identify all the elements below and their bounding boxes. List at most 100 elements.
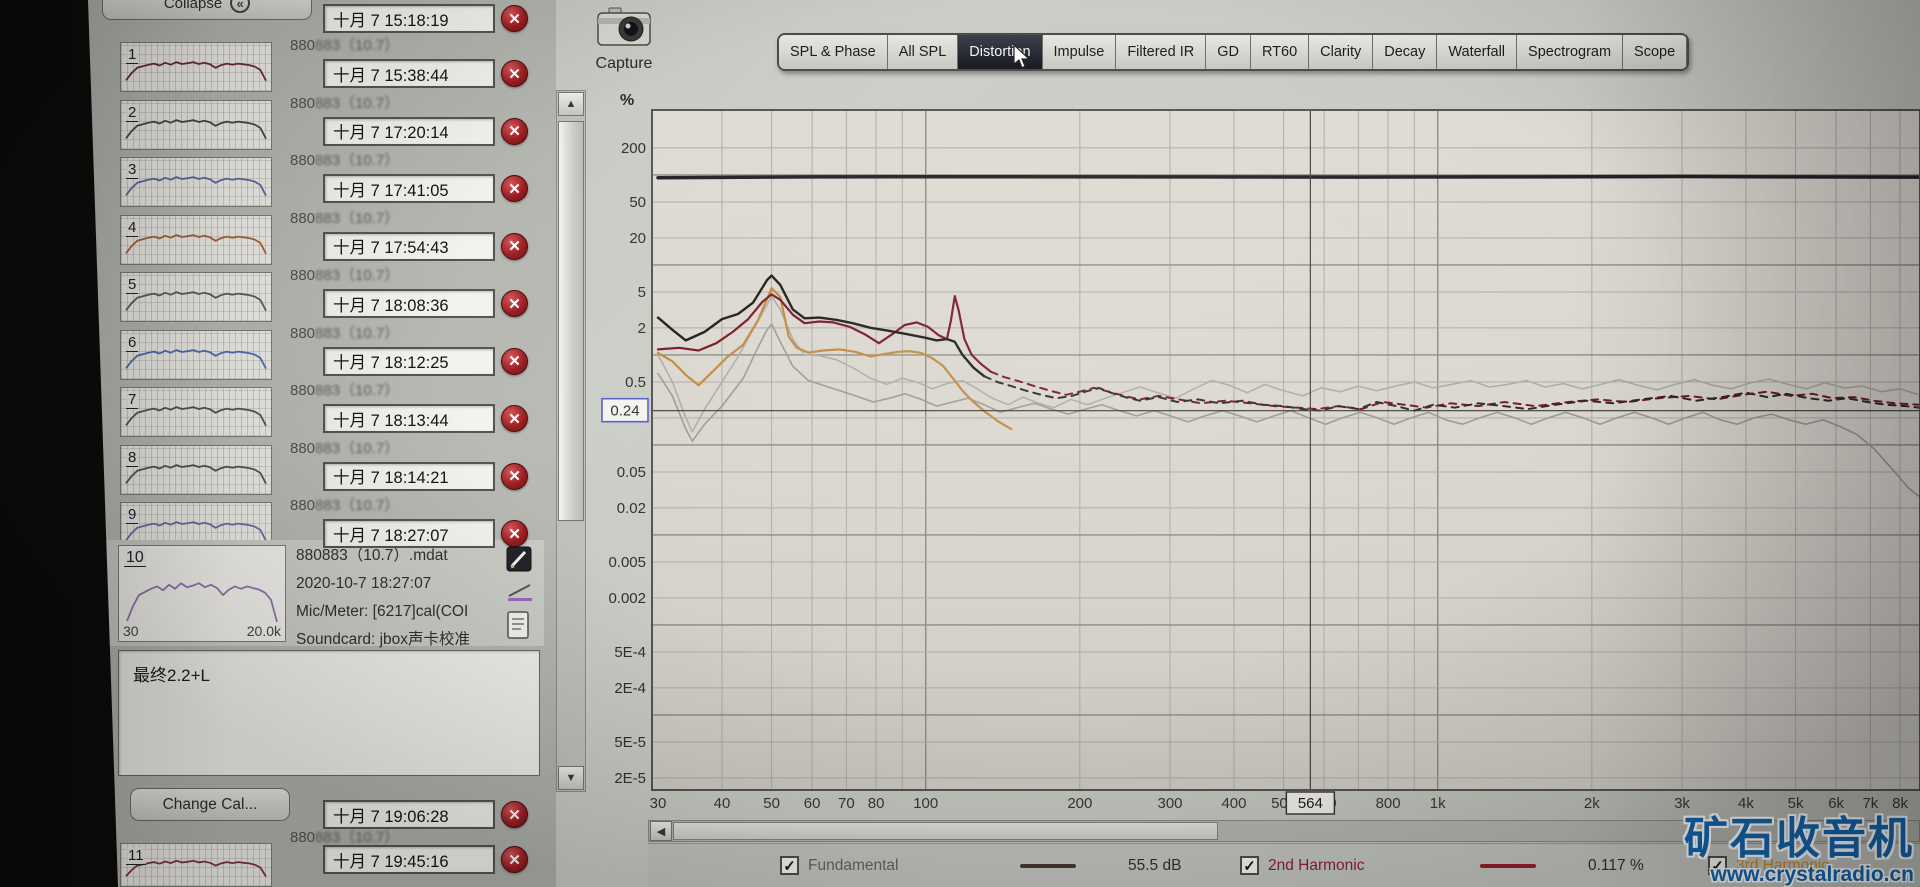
sidebar-scrollbar[interactable]: ▲ ▼: [556, 90, 586, 792]
scroll-up-button[interactable]: ▲: [558, 92, 584, 116]
scroll-down-button[interactable]: ▼: [558, 766, 584, 790]
measurement-number[interactable]: 11: [126, 847, 146, 865]
measurement-file-label: 880883（10.7）: [290, 267, 400, 284]
delete-measurement-button[interactable]: ✕: [501, 801, 528, 828]
x-tick-label: 200: [1067, 795, 1092, 812]
measurement-thumbnail[interactable]: [120, 99, 272, 150]
measurement-number[interactable]: 2: [126, 103, 139, 122]
legend-checkbox-2nd-harmonic[interactable]: ✓: [1240, 856, 1259, 875]
x-tick-label: 30: [650, 795, 667, 812]
scrollbar-thumb[interactable]: [558, 121, 584, 521]
delete-measurement-button[interactable]: ✕: [501, 846, 528, 873]
camera-icon: [597, 7, 651, 46]
scroll-left-button[interactable]: ◀: [650, 821, 672, 841]
tab-all-spl[interactable]: All SPL: [887, 35, 959, 69]
delete-measurement-button[interactable]: ✕: [501, 117, 528, 145]
measurement-number[interactable]: 6: [126, 333, 139, 352]
measurement-file-label: 880883（10.7）: [290, 94, 400, 112]
y-tick-label: 2E-5: [614, 770, 646, 787]
watermark-url: www.crystalradio.cn: [1710, 863, 1914, 886]
delete-measurement-button[interactable]: ✕: [501, 175, 528, 202]
measurement-9-time-field[interactable]: 十月 7 18:27:07: [323, 519, 495, 548]
measurement-5-time-field[interactable]: 十月 7 18:08:36: [323, 289, 495, 318]
tab-waterfall[interactable]: Waterfall: [1437, 35, 1518, 69]
tab-rt60[interactable]: RT60: [1250, 35, 1310, 69]
measurement-time-field[interactable]: 十月 7 19:06:28: [323, 800, 495, 829]
watermark: 矿石收音机 www.crystalradio.cn: [1684, 814, 1914, 886]
measurement-number[interactable]: 3: [126, 161, 139, 179]
measurement-number[interactable]: 7: [126, 391, 139, 409]
x-tick-label: 800: [1376, 795, 1401, 812]
notes-icon[interactable]: [506, 610, 530, 640]
legend-value: 0.117 %: [1588, 857, 1644, 874]
measurement-0-time-field[interactable]: 十月 7 15:18:19: [323, 4, 495, 33]
chart-scrollbar-thumb[interactable]: [673, 822, 1218, 840]
tab-scope[interactable]: Scope: [1623, 35, 1688, 69]
edit-name-icon[interactable]: [506, 546, 532, 572]
delete-measurement-button[interactable]: ✕: [501, 5, 528, 32]
tab-spectrogram[interactable]: Spectrogram: [1517, 35, 1624, 69]
change-cal-button[interactable]: Change Cal...: [130, 788, 290, 821]
measurement-file-label: 880883（10.7）: [290, 152, 400, 169]
measurement-number[interactable]: 5: [126, 276, 139, 294]
measurement-1-time-field[interactable]: 十月 7 15:38:44: [323, 59, 495, 88]
distortion-chart[interactable]: 200 50 20 5 2 0.5 0.05 0.02 0.005 0.002 5E-4 2E-4 5E…: [600, 96, 1920, 822]
tab-spl-phase[interactable]: SPL & Phase: [779, 35, 888, 69]
delete-measurement-button[interactable]: ✕: [501, 520, 528, 547]
measurement-8-time-field[interactable]: 十月 7 18:14:21: [323, 461, 495, 491]
measurement-number[interactable]: 9: [126, 506, 139, 524]
measurement-11-time-field[interactable]: 十月 7 19:45:16: [323, 845, 495, 874]
measurement-thumbnail[interactable]: [120, 272, 272, 322]
measurement-7-time-field[interactable]: 十月 7 18:13:44: [323, 404, 495, 433]
x-tick-label: 40: [714, 795, 731, 812]
measurement-file-label: 880883（10.7）: [290, 382, 400, 399]
measurement-number[interactable]: 8: [126, 448, 139, 467]
legend-checkbox-fundamental[interactable]: ✓: [780, 856, 799, 875]
measurement-thumbnail[interactable]: [120, 42, 272, 92]
trace-colour-icon[interactable]: [506, 582, 534, 602]
tab-clarity[interactable]: Clarity: [1309, 35, 1374, 69]
thumb-freq-hi: 20.0k: [246, 623, 281, 639]
capture-button[interactable]: Capture: [578, 6, 670, 73]
x-tick-label: 100: [913, 795, 938, 812]
delete-measurement-button[interactable]: ✕: [501, 462, 528, 490]
x-tick-label: 300: [1157, 795, 1182, 812]
notes-text: 最终2.2+L: [133, 666, 211, 685]
app-window: Collapse « 十月 7 15:18:19 ✕ 880883（10.7） 1 十月…: [0, 0, 1920, 887]
delete-measurement-button[interactable]: ✕: [501, 232, 528, 260]
measurement-4-time-field[interactable]: 十月 7 17:54:43: [323, 231, 495, 261]
delete-measurement-button[interactable]: ✕: [501, 290, 528, 317]
measurement-thumbnail[interactable]: [120, 329, 272, 380]
x-tick-label: 8k: [1892, 795, 1908, 812]
tab-decay[interactable]: Decay: [1373, 35, 1438, 69]
y-tick-label: 50: [629, 194, 646, 211]
collapse-button[interactable]: Collapse «: [102, 0, 312, 20]
measurement-number[interactable]: 1: [126, 46, 139, 64]
measurement-2-time-field[interactable]: 十月 7 17:20:14: [323, 116, 495, 146]
notes-field[interactable]: 最终2.2+L: [118, 650, 540, 776]
tab-gd[interactable]: GD: [1206, 35, 1251, 69]
tab-filtered-ir[interactable]: Filtered IR: [1116, 35, 1207, 69]
measurement-6-time-field[interactable]: 十月 7 18:12:25: [323, 346, 495, 376]
capture-label: Capture: [595, 55, 653, 72]
svg-text:0.24: 0.24: [610, 403, 639, 420]
delete-measurement-button[interactable]: ✕: [501, 405, 528, 432]
tab-impulse[interactable]: Impulse: [1042, 35, 1117, 69]
delete-measurement-button[interactable]: ✕: [501, 347, 528, 375]
measurement-thumbnail[interactable]: [120, 214, 272, 265]
legend-line-swatch: [1020, 864, 1076, 868]
watermark-title: 矿石收音机: [1684, 814, 1914, 863]
measurement-number[interactable]: 4: [126, 218, 139, 237]
measurement-number[interactable]: 10: [124, 549, 146, 567]
y-tick-label: 2E-4: [614, 680, 646, 697]
x-tick-label: 60: [804, 795, 821, 812]
x-tick-label: 6k: [1828, 795, 1844, 812]
measurement-thumbnail[interactable]: [120, 387, 272, 437]
measurement-thumbnail[interactable]: [120, 157, 272, 207]
measurement-3-time-field[interactable]: 十月 7 17:41:05: [323, 174, 495, 203]
delete-measurement-button[interactable]: ✕: [501, 60, 528, 87]
measurement-thumbnail[interactable]: [120, 444, 272, 495]
y-tick-label: 0.05: [617, 464, 646, 481]
x-tick-label: 1k: [1430, 795, 1446, 812]
y-tick-label: 0.02: [617, 500, 646, 517]
